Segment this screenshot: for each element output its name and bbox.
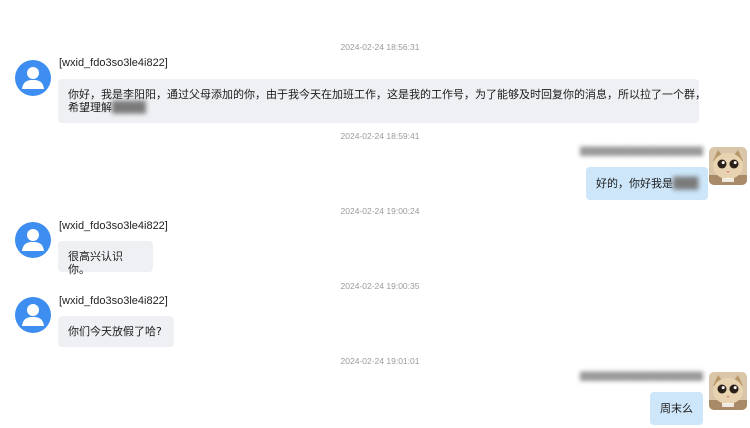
default-user-icon[interactable] xyxy=(15,297,51,333)
message-timestamp: 2024-02-24 19:01:01 xyxy=(340,356,420,366)
message-timestamp: 2024-02-24 18:59:41 xyxy=(340,131,420,141)
message-text-prefix: 希望理解 xyxy=(68,101,112,114)
message-bubble[interactable]: 你们今天放假了哈? xyxy=(58,316,174,347)
default-user-icon[interactable] xyxy=(15,60,51,96)
message-bubble[interactable]: 好的，你好我是███ xyxy=(586,167,709,200)
message-text: 好的，你好我是 xyxy=(596,177,673,190)
message-timestamp: 2024-02-24 19:00:35 xyxy=(340,281,420,291)
redacted-text: ████ xyxy=(112,101,146,114)
default-user-icon[interactable] xyxy=(15,222,51,258)
message-timestamp: 2024-02-24 19:00:24 xyxy=(340,206,420,216)
message-text: 很高兴认识你。 xyxy=(68,250,123,276)
redacted-text: ███ xyxy=(673,177,699,190)
message-text: 你们今天放假了哈? xyxy=(68,325,162,338)
sender-name-redacted: ████████████████████ xyxy=(580,147,704,156)
message-text-line: 希望理解████ xyxy=(68,101,689,114)
message-timestamp: 2024-02-24 18:56:31 xyxy=(340,42,420,52)
message-bubble[interactable]: 你好，我是李阳阳，通过父母添加的你，由于我今天在加班工作，这是我的工作号，为了能… xyxy=(58,79,706,123)
cat-avatar[interactable] xyxy=(709,372,747,410)
message-text: 你好，我是李阳阳，通过父母添加的你，由于我今天在加班工作，这是我的工作号，为了能… xyxy=(68,88,706,101)
sender-name: [wxid_fdo3so3le4i822] xyxy=(59,295,168,307)
chat-history: 2024-02-24 18:56:31 [wxid_fdo3so3le4i822… xyxy=(0,0,750,428)
cat-avatar[interactable] xyxy=(709,147,747,185)
sender-name: [wxid_fdo3so3le4i822] xyxy=(59,220,168,232)
message-bubble[interactable]: 周末么 xyxy=(650,392,703,425)
sender-name: [wxid_fdo3so3le4i822] xyxy=(59,57,168,69)
message-text: 周末么 xyxy=(660,402,693,415)
sender-name-redacted: ████████████████████ xyxy=(580,372,704,381)
message-bubble[interactable]: 很高兴认识你。 xyxy=(58,241,153,276)
